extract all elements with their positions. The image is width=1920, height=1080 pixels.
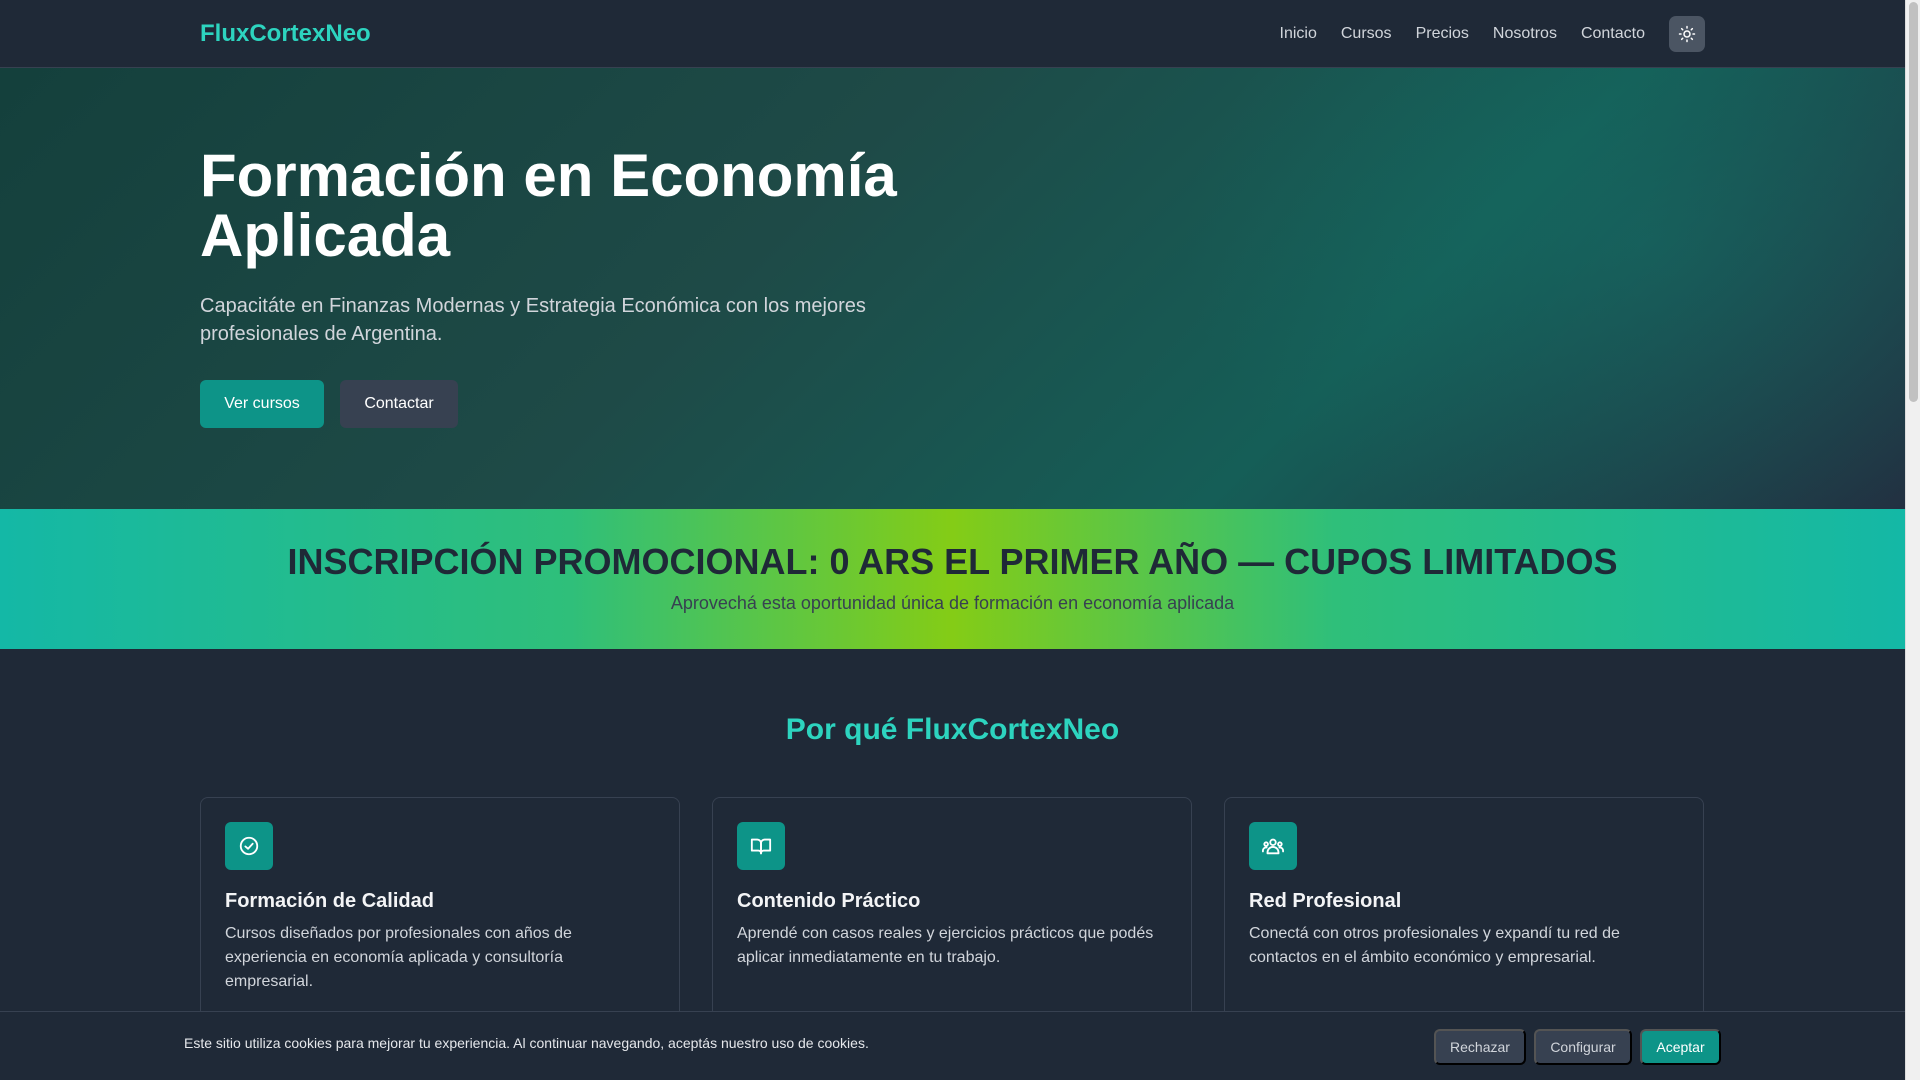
page: FluxCortexNeo Inicio Cursos Precios Noso… — [0, 0, 1905, 1080]
scrollbar-thumb[interactable] — [1909, 2, 1918, 402]
page-scrollbar[interactable] — [1905, 0, 1920, 1080]
card-icon-box — [737, 822, 785, 870]
card-title: Formación de Calidad — [225, 890, 434, 912]
contactar-button[interactable]: Contactar — [340, 380, 458, 428]
cookie-accept-button[interactable]: Aceptar — [1640, 1029, 1721, 1065]
card-text: Conectá con otros profesionales y expand… — [1249, 925, 1620, 966]
cookie-text: Este sitio utiliza cookies para mejorar … — [184, 1035, 869, 1051]
cookie-configure-button[interactable]: Configurar — [1534, 1029, 1632, 1065]
hero-subtitle: Capacitáte en Finanzas Modernas y Estrat… — [200, 295, 866, 345]
check-circle-icon — [239, 836, 259, 856]
users-icon — [1262, 838, 1284, 855]
theme-toggle-button[interactable] — [1669, 16, 1705, 52]
sun-icon — [1678, 25, 1696, 43]
main-nav: Inicio Cursos Precios Nosotros Contacto — [1256, 16, 1705, 52]
nav-link-cursos[interactable]: Cursos — [1341, 25, 1392, 43]
nav-link-precios[interactable]: Precios — [1416, 25, 1469, 43]
cookie-reject-button[interactable]: Rechazar — [1434, 1029, 1526, 1065]
nav-link-inicio[interactable]: Inicio — [1280, 25, 1317, 43]
card-text: Cursos diseñados por profesionales con a… — [225, 925, 572, 990]
nav-link-contacto[interactable]: Contacto — [1581, 25, 1645, 43]
book-open-icon — [750, 838, 772, 855]
promo-subtitle: Aprovechá esta oportunidad única de form… — [670, 593, 1235, 613]
features-title: Por qué FluxCortexNeo — [785, 713, 1120, 746]
card-text: Aprendé con casos reales y ejercicios pr… — [737, 925, 1154, 966]
promo-banner: INSCRIPCIÓN PROMOCIONAL: 0 ARS EL PRIMER… — [0, 509, 1905, 649]
promo-title: INSCRIPCIÓN PROMOCIONAL: 0 ARS EL PRIMER… — [287, 541, 1618, 582]
card-title: Red Profesional — [1249, 890, 1402, 912]
card-icon-box — [225, 822, 273, 870]
ver-cursos-button[interactable]: Ver cursos — [200, 380, 324, 428]
hero-section: Formación en Economía Aplicada Capacitát… — [0, 68, 1905, 509]
brand-logo[interactable]: FluxCortexNeo — [200, 20, 371, 48]
card-icon-box — [1249, 822, 1297, 870]
card-title: Contenido Práctico — [737, 890, 921, 912]
nav-link-nosotros[interactable]: Nosotros — [1493, 25, 1557, 43]
hero-title: Formación en Economía Aplicada — [200, 142, 897, 269]
cookie-banner: Este sitio utiliza cookies para mejorar … — [0, 1011, 1905, 1080]
hero-background-glow — [1143, 68, 1905, 509]
site-header: FluxCortexNeo Inicio Cursos Precios Noso… — [0, 0, 1905, 68]
